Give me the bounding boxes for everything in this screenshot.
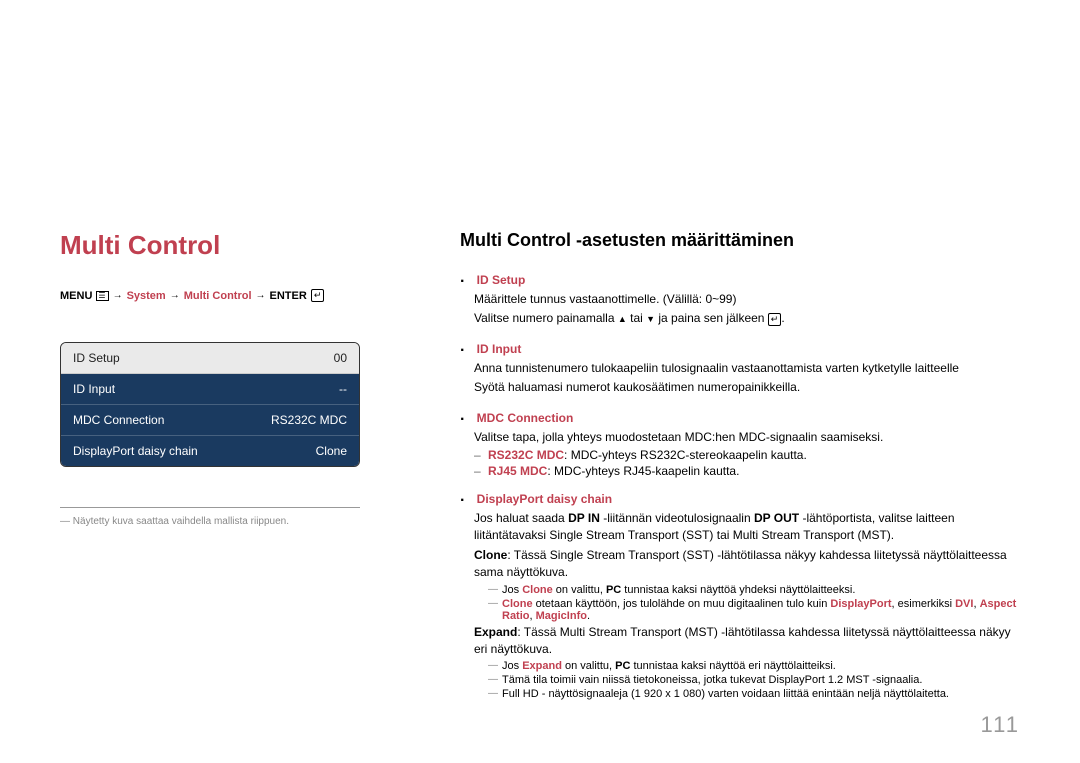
arrow-icon: → [256, 290, 266, 301]
section-title: Multi Control -asetusten määrittäminen [460, 230, 1020, 251]
left-column: Multi Control MENU ☰ → System → Multi Co… [60, 230, 360, 712]
item-head: DisplayPort daisy chain [477, 492, 612, 506]
row-value: RS232C MDC [271, 413, 347, 427]
breadcrumb-multicontrol: Multi Control [184, 290, 252, 302]
row-label: ID Input [73, 382, 115, 396]
note-expand-fullhd: Full HD - näyttösignaaleja (1 920 x 1 08… [460, 688, 1020, 700]
item-mdc: MDC Connection Valitse tapa, jolla yhtey… [460, 409, 1020, 478]
row-value: Clone [316, 444, 347, 458]
text: Valitse tapa, jolla yhteys muodostetaan … [474, 429, 1020, 446]
item-head: ID Setup [477, 273, 526, 287]
text: Syötä haluamasi numerot kaukosäätimen nu… [474, 379, 1020, 396]
panel-row-id-input[interactable]: ID Input -- [61, 373, 359, 404]
item-head: MDC Connection [477, 411, 574, 425]
up-arrow-icon: ▲ [618, 314, 627, 324]
arrow-icon: → [113, 290, 123, 301]
breadcrumb-enter: ENTER [270, 290, 307, 302]
page-number: 111 [981, 712, 1020, 738]
note-clone-sources: Clone otetaan käyttöön, jos tulolähde on… [460, 598, 1020, 622]
note-clone-pc: Jos Clone on valittu, PC tunnistaa kaksi… [460, 584, 1020, 596]
settings-panel: ID Setup 00 ID Input -- MDC Connection R… [60, 342, 360, 467]
arrow-icon: → [170, 290, 180, 301]
note-expand-pc: Jos Expand on valittu, PC tunnistaa kaks… [460, 660, 1020, 672]
down-arrow-icon: ▼ [646, 314, 655, 324]
page-title: Multi Control [60, 230, 360, 261]
row-label: ID Setup [73, 351, 120, 365]
divider [60, 507, 360, 508]
note-expand-mst: Tämä tila toimii vain niissä tietokoneis… [460, 674, 1020, 686]
item-id-setup: ID Setup Määrittele tunnus vastaanottime… [460, 271, 1020, 328]
enter-icon: ↵ [311, 289, 325, 302]
sub-rj45: RJ45 MDC: MDC-yhteys RJ45-kaapelin kautt… [460, 464, 1020, 478]
text: Anna tunnistenumero tulokaapeliin tulosi… [474, 360, 1020, 377]
text: Expand: Tässä Multi Stream Transport (MS… [474, 624, 1020, 659]
panel-row-mdc[interactable]: MDC Connection RS232C MDC [61, 404, 359, 435]
panel-row-id-setup[interactable]: ID Setup 00 [61, 343, 359, 373]
footnote: ― Näytetty kuva saattaa vaihdella mallis… [60, 516, 360, 527]
item-head: ID Input [477, 342, 522, 356]
text: Clone: Tässä Single Stream Transport (SS… [474, 547, 1020, 582]
row-label: DisplayPort daisy chain [73, 444, 198, 458]
text: Määrittele tunnus vastaanottimelle. (Väl… [474, 291, 1020, 308]
right-column: Multi Control -asetusten määrittäminen I… [460, 230, 1020, 712]
panel-row-dp-chain[interactable]: DisplayPort daisy chain Clone [61, 435, 359, 466]
row-label: MDC Connection [73, 413, 164, 427]
breadcrumb-menu: MENU [60, 290, 92, 302]
row-value: 00 [334, 351, 347, 365]
enter-icon: ↵ [768, 313, 782, 326]
row-value: -- [339, 382, 347, 396]
item-dp-chain: DisplayPort daisy chain Jos haluat saada… [460, 490, 1020, 700]
sub-rs232c: RS232C MDC: MDC-yhteys RS232C-stereokaap… [460, 448, 1020, 462]
text: Jos haluat saada DP IN -liitännän videot… [474, 510, 1020, 545]
item-id-input: ID Input Anna tunnistenumero tulokaapeli… [460, 340, 1020, 397]
breadcrumb-system: System [127, 290, 166, 302]
breadcrumb: MENU ☰ → System → Multi Control → ENTER … [60, 289, 360, 302]
menu-icon: ☰ [96, 291, 108, 301]
text: Valitse numero painamalla ▲ tai ▼ ja pai… [474, 310, 1020, 327]
